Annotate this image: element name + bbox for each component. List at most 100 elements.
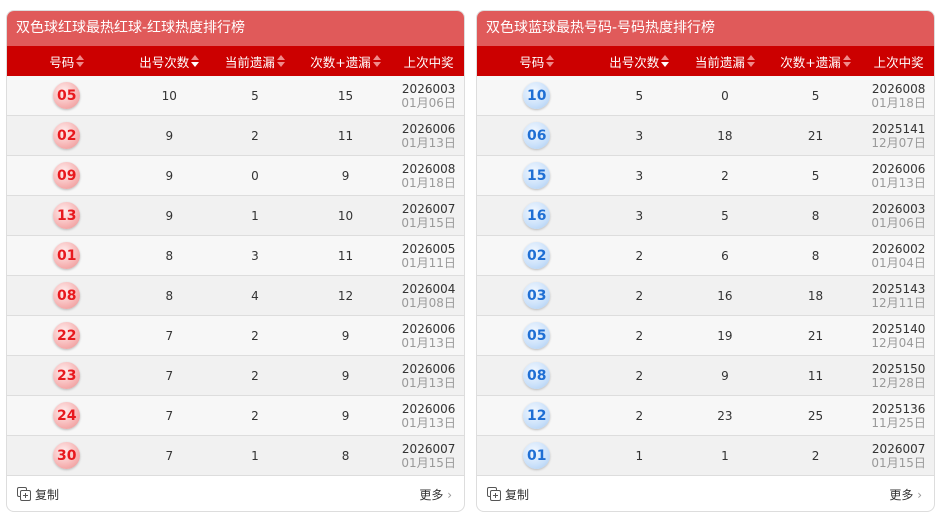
blue-ball: 05 (523, 322, 551, 349)
red-ball: 24 (53, 402, 81, 429)
count-cell: 9 (165, 208, 174, 223)
sum-cell: 9 (341, 368, 350, 383)
last-win-cell: 2026006 01月13日 (393, 356, 464, 395)
miss-cell: 6 (721, 248, 729, 263)
miss-cell: 16 (717, 288, 733, 303)
issue: 2026008 (871, 81, 926, 96)
count-cell: 9 (165, 128, 174, 143)
issue: 2025136 (871, 401, 926, 416)
date: 01月18日 (401, 175, 456, 190)
last-win-cell: 2025140 12月04日 (863, 316, 934, 355)
last-win-cell: 2025150 12月28日 (863, 356, 934, 395)
sum-cell: 9 (341, 168, 350, 183)
table-row: 08 2 9 11 2025150 12月28日 (477, 356, 934, 396)
count-cell: 7 (165, 328, 174, 343)
sort-icon[interactable] (661, 55, 670, 67)
red-ball: 05 (53, 82, 81, 109)
date: 01月11日 (401, 255, 456, 270)
column-header-count[interactable]: 出号次数 (126, 46, 212, 76)
date: 01月15日 (871, 455, 926, 470)
sort-icon[interactable] (191, 55, 200, 67)
more-link[interactable]: 更多 › (889, 486, 922, 503)
table-row: 22 7 2 9 2026006 01月13日 (7, 316, 464, 356)
table-row: 02 9 2 11 2026006 01月13日 (7, 116, 464, 156)
column-header-count[interactable]: 出号次数 (596, 46, 682, 76)
sort-icon[interactable] (746, 55, 755, 67)
count-cell: 8 (165, 248, 174, 263)
issue: 2026007 (401, 201, 456, 216)
chevron-right-icon: › (443, 487, 452, 502)
sort-icon[interactable] (372, 55, 381, 67)
count-cell: 2 (635, 328, 644, 343)
more-link[interactable]: 更多 › (419, 486, 452, 503)
miss-cell: 4 (251, 288, 259, 303)
miss-cell: 18 (717, 128, 733, 143)
issue: 2026006 (401, 121, 456, 136)
blue-ball: 02 (523, 242, 551, 269)
table-header: 号码 出号次数 当前遗漏 次数+遗漏 上次中奖 (477, 46, 934, 76)
sort-icon[interactable] (842, 55, 851, 67)
table-row: 06 3 18 21 2025141 12月07日 (477, 116, 934, 156)
count-cell: 7 (165, 448, 174, 463)
issue: 2026006 (401, 321, 456, 336)
count-cell: 2 (635, 408, 644, 423)
sort-icon[interactable] (276, 55, 285, 67)
date: 01月06日 (401, 95, 456, 110)
date: 01月06日 (871, 215, 926, 230)
blue-ball: 03 (523, 282, 551, 309)
sort-icon[interactable] (76, 55, 85, 67)
table-row: 01 1 1 2 2026007 01月15日 (477, 436, 934, 476)
miss-cell: 0 (721, 88, 729, 103)
last-win-cell: 2026006 01月13日 (393, 116, 464, 155)
blue-ball: 16 (523, 202, 551, 229)
table-row: 24 7 2 9 2026006 01月13日 (7, 396, 464, 436)
date: 01月18日 (871, 95, 926, 110)
issue: 2026003 (401, 81, 456, 96)
sort-icon[interactable] (546, 55, 555, 67)
column-header-miss[interactable]: 当前遗漏 (212, 46, 298, 76)
sum-cell: 21 (807, 328, 824, 343)
column-header-number[interactable]: 号码 (477, 46, 596, 76)
column-header-number[interactable]: 号码 (7, 46, 126, 76)
last-win-cell: 2026007 01月15日 (863, 436, 934, 475)
last-win-cell: 2026008 01月18日 (393, 156, 464, 195)
sum-cell: 8 (811, 208, 820, 223)
issue: 2026007 (871, 441, 926, 456)
last-win-cell: 2026008 01月18日 (863, 76, 934, 115)
panel-footer: 复制 更多 › (7, 476, 464, 511)
column-header-last-win: 上次中奖 (873, 54, 924, 70)
red-ball: 01 (53, 242, 81, 269)
miss-cell: 3 (251, 248, 259, 263)
panel-title: 双色球蓝球最热号码-号码热度排行榜 (477, 11, 934, 46)
table-row: 05 10 5 15 2026003 01月06日 (7, 76, 464, 116)
last-win-cell: 2026006 01月13日 (393, 396, 464, 435)
last-win-cell: 2026007 01月15日 (393, 196, 464, 235)
last-win-cell: 2026002 01月04日 (863, 236, 934, 275)
sum-cell: 8 (811, 248, 820, 263)
copy-button[interactable]: 复制 (17, 486, 59, 503)
sum-cell: 5 (811, 88, 820, 103)
miss-cell: 2 (251, 328, 259, 343)
last-win-cell: 2026006 01月13日 (863, 156, 934, 195)
last-win-cell: 2026007 01月15日 (393, 436, 464, 475)
blue-ball: 06 (523, 122, 551, 149)
count-cell: 9 (165, 168, 174, 183)
count-cell: 8 (165, 288, 174, 303)
red-ball: 02 (53, 122, 81, 149)
column-header-miss[interactable]: 当前遗漏 (682, 46, 768, 76)
count-cell: 3 (635, 128, 644, 143)
column-header-count-plus-miss[interactable]: 次数+遗漏 (298, 46, 394, 76)
issue: 2026005 (401, 241, 456, 256)
blue-ball: 12 (523, 402, 551, 429)
copy-button[interactable]: 复制 (487, 486, 529, 503)
blue-ball-panel: 双色球蓝球最热号码-号码热度排行榜 号码 出号次数 当前遗漏 次数+遗漏 上次中奖 10 … (476, 10, 935, 512)
panel-title: 双色球红球最热红球-红球热度排行榜 (7, 11, 464, 46)
miss-cell: 2 (251, 368, 259, 383)
date: 11月25日 (871, 415, 926, 430)
column-header-count-plus-miss[interactable]: 次数+遗漏 (768, 46, 864, 76)
miss-cell: 1 (721, 448, 729, 463)
sum-cell: 9 (341, 328, 350, 343)
red-ball: 22 (53, 322, 81, 349)
issue: 2025141 (871, 121, 926, 136)
count-cell: 10 (161, 88, 177, 103)
